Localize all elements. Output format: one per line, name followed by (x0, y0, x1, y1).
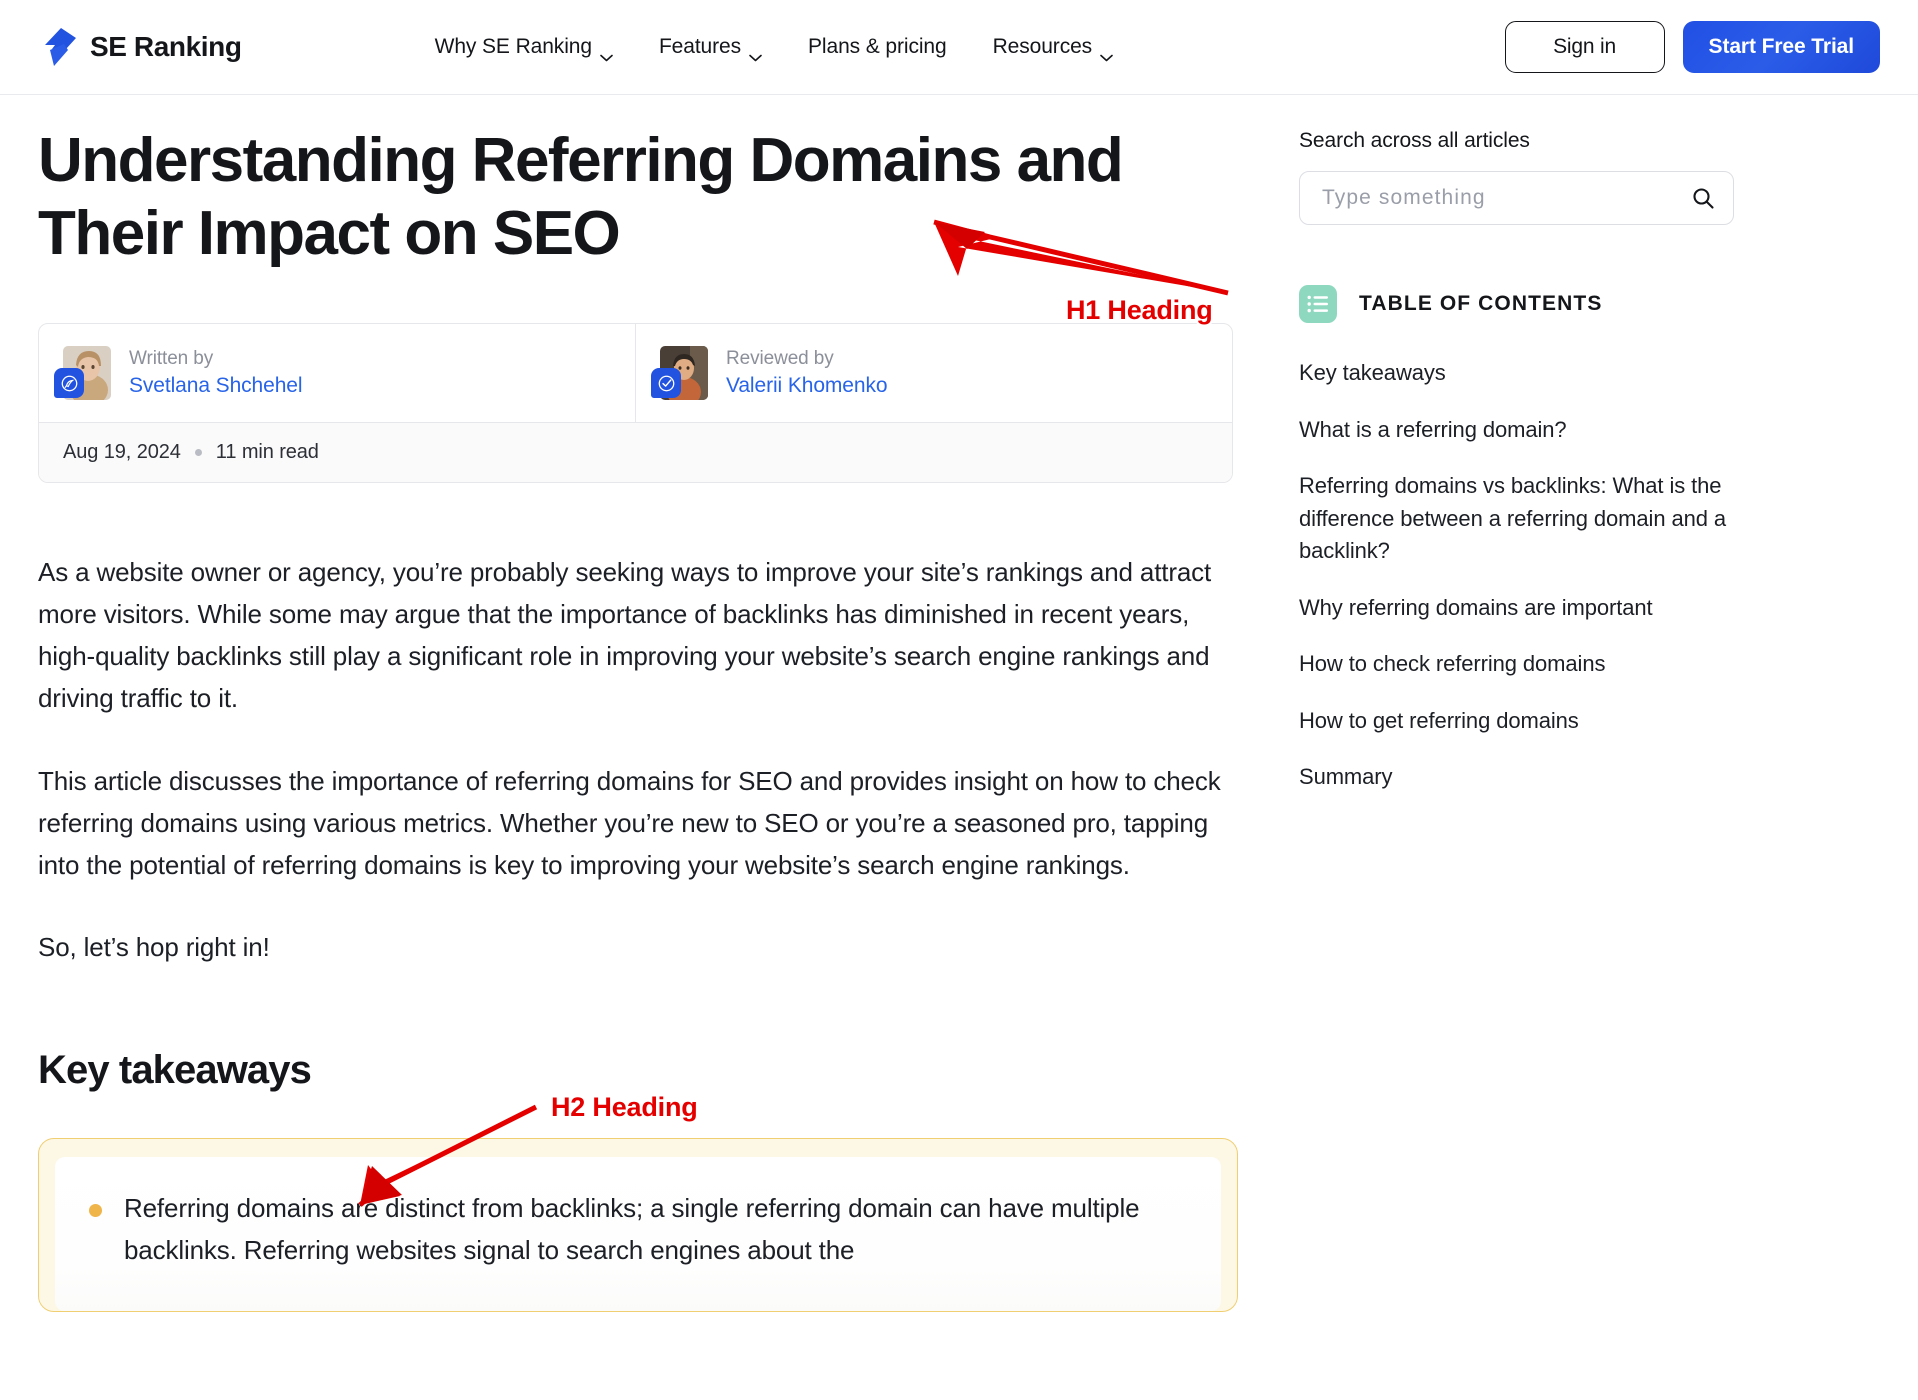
header-actions: Sign in Start Free Trial (1504, 21, 1880, 73)
toc-item-summary[interactable]: Summary (1299, 761, 1739, 794)
toc-item-how-to-check[interactable]: How to check referring domains (1299, 648, 1739, 681)
author-written-by: Written by Svetlana Shchehel (39, 324, 635, 422)
check-circle-icon (651, 368, 681, 399)
author-reviewed-by: Reviewed by Valerii Khomenko (635, 324, 1232, 423)
paragraph-1: As a website owner or agency, you’re pro… (38, 557, 1212, 714)
se-ranking-bolt-logo-icon (42, 28, 76, 66)
nav-item-features[interactable]: Features (658, 35, 762, 62)
nav-label: Why SE Ranking (434, 35, 592, 58)
list-icon (1299, 285, 1337, 323)
sidebar: Search across all articles Type somethin… (1299, 95, 1859, 818)
toc-item-what-is-referring-domain[interactable]: What is a referring domain? (1299, 414, 1739, 447)
content-wrapper: Understanding Referring Domains and Thei… (0, 95, 1918, 1313)
magnifier-icon[interactable] (1691, 186, 1715, 210)
avatar-reviewed-by (651, 346, 708, 401)
chevron-down-icon (1100, 44, 1113, 62)
start-free-trial-button[interactable]: Start Free Trial (1682, 21, 1880, 73)
brand-name: SE Ranking (90, 31, 242, 62)
byline-text: Reviewed by Valerii Khomenko (726, 348, 888, 398)
paragraph-3: So, let’s hop right in! (38, 931, 270, 962)
toc-item-why-important[interactable]: Why referring domains are important (1299, 592, 1739, 625)
written-by-label: Written by (129, 348, 214, 370)
main-navigation: Why SE Ranking Features Plans & pricing … (434, 35, 1113, 62)
callout-text: Referring domains are distinct from back… (124, 1192, 1140, 1266)
meta-separator-dot (194, 449, 202, 457)
section-heading-key-takeaways: Key takeaways (38, 1047, 312, 1092)
callout-list-item: Referring domains are distinct from back… (89, 1187, 1187, 1271)
byline-row: Written by Svetlana Shchehel Reviewed by… (39, 324, 1232, 423)
brand-logo-link[interactable]: SE Ranking (42, 28, 242, 66)
article-body: As a website owner or agency, you’re pro… (38, 551, 1243, 968)
sign-in-button[interactable]: Sign in (1504, 21, 1665, 73)
toc-title: TABLE OF CONTENTS (1359, 292, 1603, 315)
reviewed-by-label: Reviewed by (726, 348, 834, 370)
callout-inner: Referring domains are distinct from back… (55, 1156, 1221, 1312)
toc-list: Key takeaways What is a referring domain… (1299, 357, 1859, 818)
byline-text: Written by Svetlana Shchehel (129, 348, 303, 398)
reviewed-by-author-link[interactable]: Valerii Khomenko (726, 374, 888, 398)
nav-item-why-se-ranking[interactable]: Why SE Ranking (434, 35, 613, 62)
chevron-down-icon (600, 44, 613, 62)
nav-label: Features (658, 35, 742, 58)
search-label: Search across all articles (1299, 129, 1530, 152)
read-time: 11 min read (215, 441, 319, 464)
chevron-down-icon (749, 44, 762, 62)
search-input[interactable] (1322, 186, 1691, 210)
page-root: SE Ranking Why SE Ranking Features Plans… (0, 0, 1918, 1400)
avatar-written-by (54, 346, 111, 401)
quill-pen-icon (54, 368, 84, 399)
paragraph-2: This article discusses the importance of… (38, 765, 1221, 880)
nav-label: Resources (992, 35, 1093, 58)
toc-item-referring-vs-backlinks[interactable]: Referring domains vs backlinks: What is … (1299, 470, 1739, 568)
toc-header: TABLE OF CONTENTS (1299, 285, 1859, 323)
page-title: Understanding Referring Domains and Thei… (38, 126, 1124, 268)
publish-date: Aug 19, 2024 (63, 441, 181, 464)
bullet-icon (89, 1203, 102, 1217)
nav-item-resources[interactable]: Resources (992, 35, 1113, 62)
site-header: SE Ranking Why SE Ranking Features Plans… (0, 0, 1918, 95)
nav-item-plans-pricing[interactable]: Plans & pricing (808, 35, 947, 59)
byline-meta: Aug 19, 2024 11 min read (39, 422, 1232, 483)
byline-card: Written by Svetlana Shchehel Reviewed by… (38, 323, 1233, 484)
toc-item-key-takeaways[interactable]: Key takeaways (1299, 357, 1739, 390)
toc-item-how-to-get[interactable]: How to get referring domains (1299, 705, 1739, 738)
key-takeaways-callout: Referring domains are distinct from back… (38, 1137, 1238, 1313)
nav-label: Plans & pricing (808, 35, 947, 58)
article-column: Understanding Referring Domains and Thei… (38, 95, 1243, 1313)
written-by-author-link[interactable]: Svetlana Shchehel (129, 374, 303, 398)
search-box[interactable] (1299, 171, 1734, 225)
